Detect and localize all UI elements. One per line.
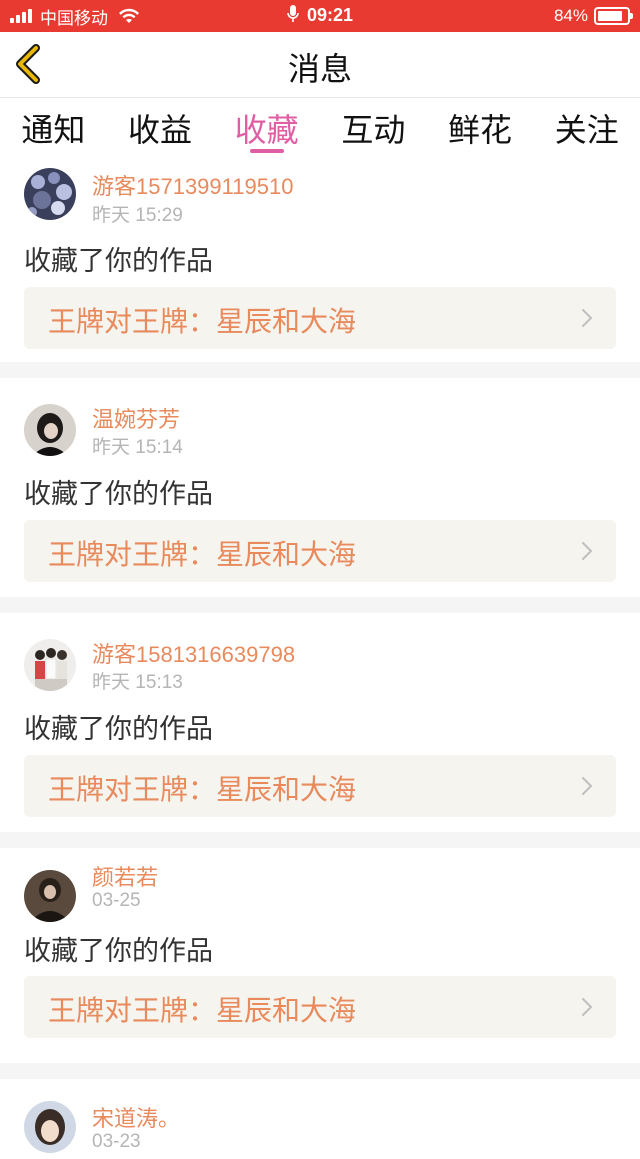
tab-flowers[interactable]: 鲜花	[427, 99, 534, 157]
action-text: 收藏了你的作品	[24, 479, 213, 510]
chevron-right-icon	[582, 777, 593, 795]
username[interactable]: 颜若若	[92, 860, 158, 892]
work-link[interactable]: 王牌对王牌：星辰和大海	[24, 287, 616, 349]
action-text: 收藏了你的作品	[24, 246, 213, 277]
work-link[interactable]: 王牌对王牌：星辰和大海	[24, 755, 616, 817]
page-title: 消息	[287, 50, 352, 88]
battery-percent: 84%	[553, 6, 588, 25]
chevron-right-icon	[582, 542, 593, 560]
tab-favorites[interactable]: 收藏	[213, 99, 320, 157]
username[interactable]: 游客1571399119510	[92, 169, 293, 201]
work-title: 王牌对王牌：星辰和大海	[48, 773, 357, 806]
divider	[0, 1063, 640, 1079]
active-tab-indicator	[249, 149, 284, 153]
username[interactable]: 宋道涛。	[92, 1101, 180, 1133]
avatar[interactable]	[24, 404, 76, 456]
tab-label: 通知	[21, 111, 86, 149]
timestamp: 昨天 15:14	[92, 437, 183, 458]
username[interactable]: 游客1581316639798	[92, 637, 295, 669]
tab-earnings[interactable]: 收益	[107, 99, 214, 157]
tab-interactions[interactable]: 互动	[320, 99, 427, 157]
avatar[interactable]	[24, 1101, 76, 1153]
microphone-icon	[287, 5, 299, 22]
back-button[interactable]	[12, 44, 52, 84]
work-link[interactable]: 王牌对王牌：星辰和大海	[24, 976, 616, 1038]
action-text: 收藏了你的作品	[24, 714, 213, 745]
notification-list: 游客1571399119510 昨天 15:29 收藏了你的作品 王牌对王牌：星…	[0, 157, 640, 1159]
nav-bar: 消息	[0, 32, 640, 98]
list-item: 游客1571399119510 昨天 15:29 收藏了你的作品 王牌对王牌：星…	[0, 157, 640, 362]
list-item: 宋道涛。 03-23	[0, 1079, 640, 1159]
status-bar: 中国移动 09:21 84%	[0, 0, 640, 32]
work-title: 王牌对王牌：星辰和大海	[48, 305, 357, 338]
divider	[0, 832, 640, 848]
tab-following[interactable]: 关注	[533, 99, 640, 157]
tab-notice[interactable]: 通知	[0, 99, 107, 157]
chevron-right-icon	[582, 998, 593, 1016]
list-item: 游客1581316639798 昨天 15:13 收藏了你的作品 王牌对王牌：星…	[0, 613, 640, 832]
tab-label: 鲜花	[448, 111, 513, 149]
avatar[interactable]	[24, 870, 76, 922]
chevron-right-icon	[582, 309, 593, 327]
work-link[interactable]: 王牌对王牌：星辰和大海	[24, 520, 616, 582]
tab-label: 收藏	[234, 111, 299, 149]
tab-label: 收益	[128, 111, 193, 149]
avatar[interactable]	[24, 168, 76, 220]
status-right: 84%	[553, 6, 633, 26]
tab-label: 互动	[341, 111, 406, 149]
clock-label: 09:21	[306, 5, 354, 25]
work-title: 王牌对王牌：星辰和大海	[48, 538, 357, 571]
timestamp: 03-23	[92, 1131, 141, 1152]
divider	[0, 362, 640, 378]
tab-bar: 通知 收益 收藏 互动 鲜花 关注	[0, 99, 640, 157]
tab-label: 关注	[554, 111, 619, 149]
avatar[interactable]	[24, 639, 76, 691]
list-item: 温婉芬芳 昨天 15:14 收藏了你的作品 王牌对王牌：星辰和大海	[0, 378, 640, 597]
battery-icon	[594, 7, 633, 25]
timestamp: 昨天 15:13	[92, 672, 183, 693]
list-item: 颜若若 03-25 收藏了你的作品 王牌对王牌：星辰和大海	[0, 848, 640, 1063]
username[interactable]: 温婉芬芳	[92, 402, 180, 434]
battery-fill	[598, 11, 622, 21]
timestamp: 03-25	[92, 890, 141, 911]
divider	[0, 597, 640, 613]
work-title: 王牌对王牌：星辰和大海	[48, 994, 357, 1027]
timestamp: 昨天 15:29	[92, 205, 183, 226]
status-time: 09:21	[0, 5, 640, 26]
action-text: 收藏了你的作品	[24, 936, 213, 967]
